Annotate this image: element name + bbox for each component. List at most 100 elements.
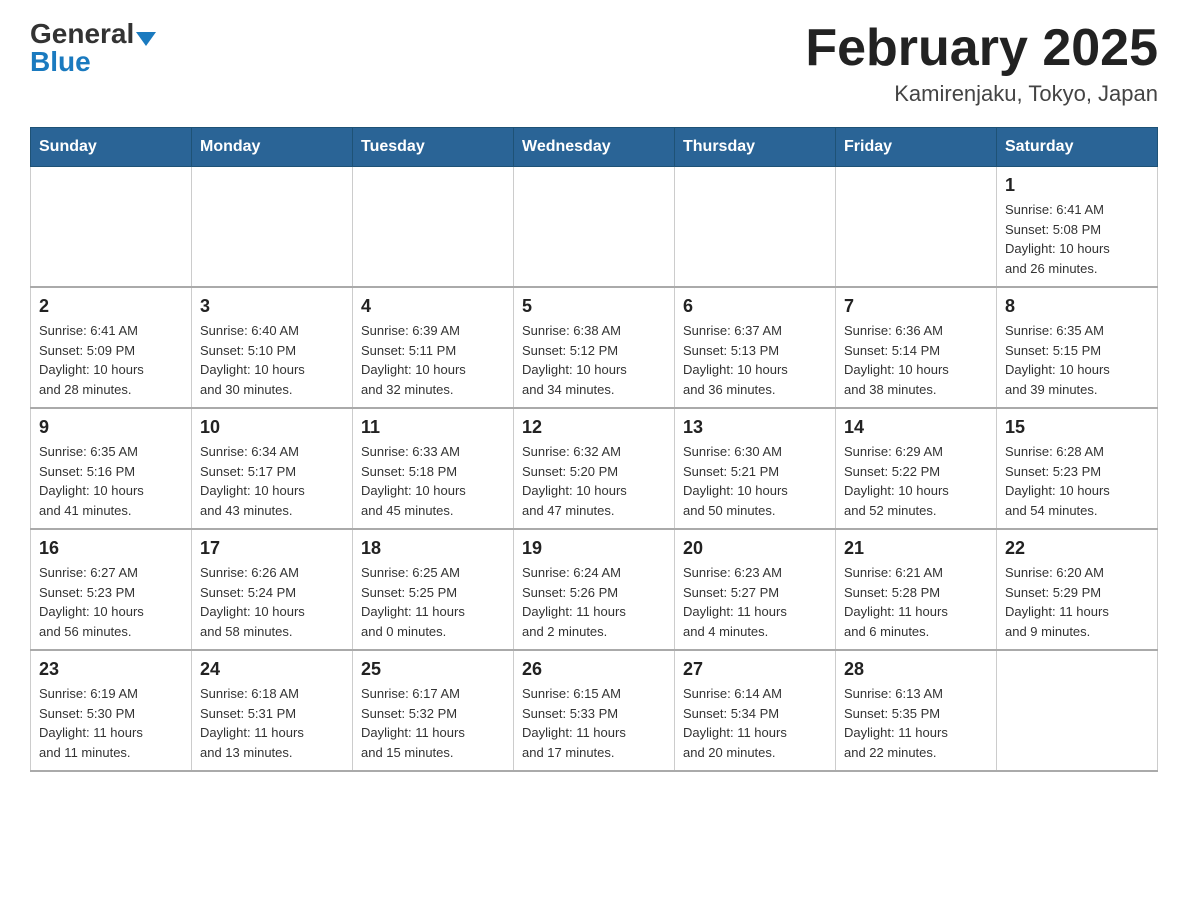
- weekday-header-tuesday: Tuesday: [353, 128, 514, 167]
- day-info: Sunrise: 6:28 AM Sunset: 5:23 PM Dayligh…: [1005, 442, 1149, 520]
- calendar-cell: 2 Sunrise: 6:41 AM Sunset: 5:09 PM Daylig…: [31, 287, 192, 408]
- calendar-week-2: 2 Sunrise: 6:41 AM Sunset: 5:09 PM Daylig…: [31, 287, 1158, 408]
- calendar-cell: [353, 167, 514, 288]
- day-info: Sunrise: 6:40 AM Sunset: 5:10 PM Dayligh…: [200, 321, 344, 399]
- day-number: 19: [522, 538, 666, 559]
- calendar-table: SundayMondayTuesdayWednesdayThursdayFrid…: [30, 127, 1158, 772]
- day-number: 28: [844, 659, 988, 680]
- day-number: 23: [39, 659, 183, 680]
- calendar-cell: 1 Sunrise: 6:41 AM Sunset: 5:08 PM Daylig…: [997, 167, 1158, 288]
- calendar-week-4: 16 Sunrise: 6:27 AM Sunset: 5:23 PM Dayli…: [31, 529, 1158, 650]
- day-info: Sunrise: 6:37 AM Sunset: 5:13 PM Dayligh…: [683, 321, 827, 399]
- day-number: 6: [683, 296, 827, 317]
- day-info: Sunrise: 6:24 AM Sunset: 5:26 PM Dayligh…: [522, 563, 666, 641]
- calendar-cell: 9 Sunrise: 6:35 AM Sunset: 5:16 PM Daylig…: [31, 408, 192, 529]
- title-block: February 2025 Kamirenjaku, Tokyo, Japan: [805, 20, 1158, 107]
- day-number: 14: [844, 417, 988, 438]
- calendar-cell: 15 Sunrise: 6:28 AM Sunset: 5:23 PM Dayli…: [997, 408, 1158, 529]
- day-number: 13: [683, 417, 827, 438]
- weekday-header-friday: Friday: [836, 128, 997, 167]
- day-info: Sunrise: 6:35 AM Sunset: 5:16 PM Dayligh…: [39, 442, 183, 520]
- calendar-week-5: 23 Sunrise: 6:19 AM Sunset: 5:30 PM Dayli…: [31, 650, 1158, 771]
- day-number: 2: [39, 296, 183, 317]
- day-info: Sunrise: 6:19 AM Sunset: 5:30 PM Dayligh…: [39, 684, 183, 762]
- calendar-cell: 18Sunrise: 6:25 AM Sunset: 5:25 PM Dayli…: [353, 529, 514, 650]
- day-info: Sunrise: 6:21 AM Sunset: 5:28 PM Dayligh…: [844, 563, 988, 641]
- calendar-cell: 4 Sunrise: 6:39 AM Sunset: 5:11 PM Daylig…: [353, 287, 514, 408]
- day-info: Sunrise: 6:38 AM Sunset: 5:12 PM Dayligh…: [522, 321, 666, 399]
- day-info: Sunrise: 6:32 AM Sunset: 5:20 PM Dayligh…: [522, 442, 666, 520]
- calendar-cell: 21Sunrise: 6:21 AM Sunset: 5:28 PM Dayli…: [836, 529, 997, 650]
- calendar-cell: [836, 167, 997, 288]
- month-title: February 2025: [805, 20, 1158, 77]
- logo-blue-text: Blue: [30, 46, 91, 77]
- day-info: Sunrise: 6:23 AM Sunset: 5:27 PM Dayligh…: [683, 563, 827, 641]
- day-number: 26: [522, 659, 666, 680]
- day-info: Sunrise: 6:41 AM Sunset: 5:08 PM Dayligh…: [1005, 200, 1149, 278]
- day-number: 12: [522, 417, 666, 438]
- day-info: Sunrise: 6:17 AM Sunset: 5:32 PM Dayligh…: [361, 684, 505, 762]
- day-info: Sunrise: 6:26 AM Sunset: 5:24 PM Dayligh…: [200, 563, 344, 641]
- day-info: Sunrise: 6:41 AM Sunset: 5:09 PM Dayligh…: [39, 321, 183, 399]
- calendar-cell: 17Sunrise: 6:26 AM Sunset: 5:24 PM Dayli…: [192, 529, 353, 650]
- logo-triangle-icon: [136, 32, 156, 46]
- calendar-cell: 13Sunrise: 6:30 AM Sunset: 5:21 PM Dayli…: [675, 408, 836, 529]
- day-number: 1: [1005, 175, 1149, 196]
- calendar-cell: 8Sunrise: 6:35 AM Sunset: 5:15 PM Daylig…: [997, 287, 1158, 408]
- calendar-cell: 10Sunrise: 6:34 AM Sunset: 5:17 PM Dayli…: [192, 408, 353, 529]
- calendar-cell: 22Sunrise: 6:20 AM Sunset: 5:29 PM Dayli…: [997, 529, 1158, 650]
- calendar-body: 1 Sunrise: 6:41 AM Sunset: 5:08 PM Daylig…: [31, 167, 1158, 772]
- day-info: Sunrise: 6:14 AM Sunset: 5:34 PM Dayligh…: [683, 684, 827, 762]
- weekday-header-row: SundayMondayTuesdayWednesdayThursdayFrid…: [31, 128, 1158, 167]
- calendar-cell: [675, 167, 836, 288]
- day-number: 16: [39, 538, 183, 559]
- calendar-cell: [997, 650, 1158, 771]
- calendar-cell: 3 Sunrise: 6:40 AM Sunset: 5:10 PM Daylig…: [192, 287, 353, 408]
- weekday-header-saturday: Saturday: [997, 128, 1158, 167]
- page-header: General Blue February 2025 Kamirenjaku, …: [30, 20, 1158, 107]
- day-number: 15: [1005, 417, 1149, 438]
- day-info: Sunrise: 6:33 AM Sunset: 5:18 PM Dayligh…: [361, 442, 505, 520]
- day-info: Sunrise: 6:13 AM Sunset: 5:35 PM Dayligh…: [844, 684, 988, 762]
- calendar-header: SundayMondayTuesdayWednesdayThursdayFrid…: [31, 128, 1158, 167]
- calendar-week-1: 1 Sunrise: 6:41 AM Sunset: 5:08 PM Daylig…: [31, 167, 1158, 288]
- day-number: 8: [1005, 296, 1149, 317]
- day-number: 5: [522, 296, 666, 317]
- logo: General Blue: [30, 20, 156, 76]
- weekday-header-sunday: Sunday: [31, 128, 192, 167]
- day-info: Sunrise: 6:39 AM Sunset: 5:11 PM Dayligh…: [361, 321, 505, 399]
- calendar-cell: [31, 167, 192, 288]
- calendar-cell: 27 Sunrise: 6:14 AM Sunset: 5:34 PM Dayli…: [675, 650, 836, 771]
- calendar-cell: 25Sunrise: 6:17 AM Sunset: 5:32 PM Dayli…: [353, 650, 514, 771]
- day-number: 3: [200, 296, 344, 317]
- calendar-cell: 12 Sunrise: 6:32 AM Sunset: 5:20 PM Dayli…: [514, 408, 675, 529]
- day-info: Sunrise: 6:29 AM Sunset: 5:22 PM Dayligh…: [844, 442, 988, 520]
- weekday-header-wednesday: Wednesday: [514, 128, 675, 167]
- day-number: 20: [683, 538, 827, 559]
- calendar-cell: 6 Sunrise: 6:37 AM Sunset: 5:13 PM Daylig…: [675, 287, 836, 408]
- day-number: 18: [361, 538, 505, 559]
- day-number: 11: [361, 417, 505, 438]
- day-number: 4: [361, 296, 505, 317]
- calendar-cell: 20 Sunrise: 6:23 AM Sunset: 5:27 PM Dayli…: [675, 529, 836, 650]
- location-title: Kamirenjaku, Tokyo, Japan: [805, 81, 1158, 107]
- day-info: Sunrise: 6:27 AM Sunset: 5:23 PM Dayligh…: [39, 563, 183, 641]
- calendar-cell: 28 Sunrise: 6:13 AM Sunset: 5:35 PM Dayli…: [836, 650, 997, 771]
- day-number: 10: [200, 417, 344, 438]
- calendar-cell: 11 Sunrise: 6:33 AM Sunset: 5:18 PM Dayli…: [353, 408, 514, 529]
- calendar-week-3: 9 Sunrise: 6:35 AM Sunset: 5:16 PM Daylig…: [31, 408, 1158, 529]
- calendar-cell: 7Sunrise: 6:36 AM Sunset: 5:14 PM Daylig…: [836, 287, 997, 408]
- logo-general-text: General: [30, 18, 134, 49]
- logo-general-row: General: [30, 20, 156, 48]
- weekday-header-monday: Monday: [192, 128, 353, 167]
- day-number: 22: [1005, 538, 1149, 559]
- calendar-cell: 24Sunrise: 6:18 AM Sunset: 5:31 PM Dayli…: [192, 650, 353, 771]
- day-info: Sunrise: 6:15 AM Sunset: 5:33 PM Dayligh…: [522, 684, 666, 762]
- day-number: 27: [683, 659, 827, 680]
- calendar-cell: 23 Sunrise: 6:19 AM Sunset: 5:30 PM Dayli…: [31, 650, 192, 771]
- day-number: 24: [200, 659, 344, 680]
- day-number: 9: [39, 417, 183, 438]
- calendar-cell: 26 Sunrise: 6:15 AM Sunset: 5:33 PM Dayli…: [514, 650, 675, 771]
- day-number: 7: [844, 296, 988, 317]
- calendar-cell: [192, 167, 353, 288]
